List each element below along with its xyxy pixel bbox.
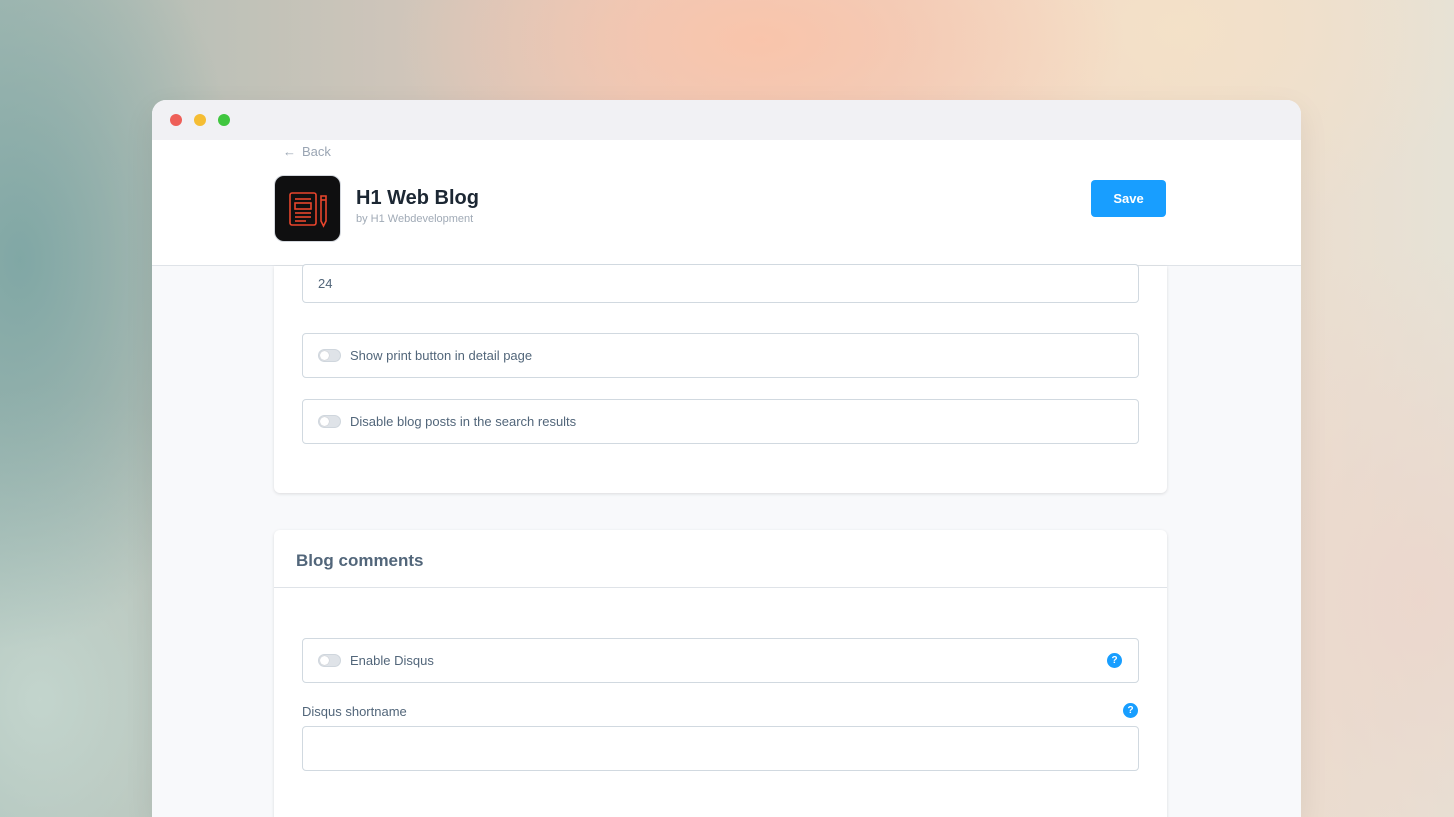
posts-per-page-input[interactable]: 24 [302,264,1139,303]
blog-settings-card: 24 Show print button in detail page Disa… [274,264,1167,493]
disable-search-toggle[interactable] [318,415,341,428]
close-window-button[interactable] [170,114,182,126]
app-logo [274,175,341,242]
card-title: Blog comments [296,551,424,570]
show-print-button-toggle[interactable] [318,349,341,362]
enable-disqus-row: Enable Disqus ? [302,638,1139,683]
app-title: H1 Web Blog [356,187,479,209]
posts-per-page-value: 24 [318,276,333,291]
show-print-button-row: Show print button in detail page [302,333,1139,378]
disqus-shortname-input[interactable] [302,726,1139,771]
enable-disqus-label: Enable Disqus [350,653,434,668]
back-label: Back [302,144,331,159]
minimize-window-button[interactable] [194,114,206,126]
show-print-button-label: Show print button in detail page [350,348,533,363]
disqus-shortname-label: Disqus shortname [302,704,407,719]
app-vendor: by H1 Webdevelopment [356,213,474,225]
disable-search-label: Disable blog posts in the search results [350,414,577,429]
app-window: ← Back H1 Web Blog by H1 Webdevelopment … [152,100,1301,817]
maximize-window-button[interactable] [218,114,230,126]
disable-search-row: Disable blog posts in the search results [302,399,1139,444]
save-button[interactable]: Save [1091,180,1166,217]
enable-disqus-toggle[interactable] [318,654,341,667]
window-titlebar [152,100,1301,140]
blog-comments-card: Blog comments Enable Disqus ? Disqus sho… [274,530,1167,817]
settings-content: 24 Show print button in detail page Disa… [152,264,1301,817]
help-icon[interactable]: ? [1107,653,1122,668]
arrow-left-icon: ← [283,144,296,159]
help-icon[interactable]: ? [1123,703,1138,718]
app-header: ← Back H1 Web Blog by H1 Webdevelopment … [152,140,1301,266]
back-link[interactable]: ← Back [283,144,331,159]
notebook-pencil-icon [288,191,327,228]
card-divider [274,587,1167,588]
